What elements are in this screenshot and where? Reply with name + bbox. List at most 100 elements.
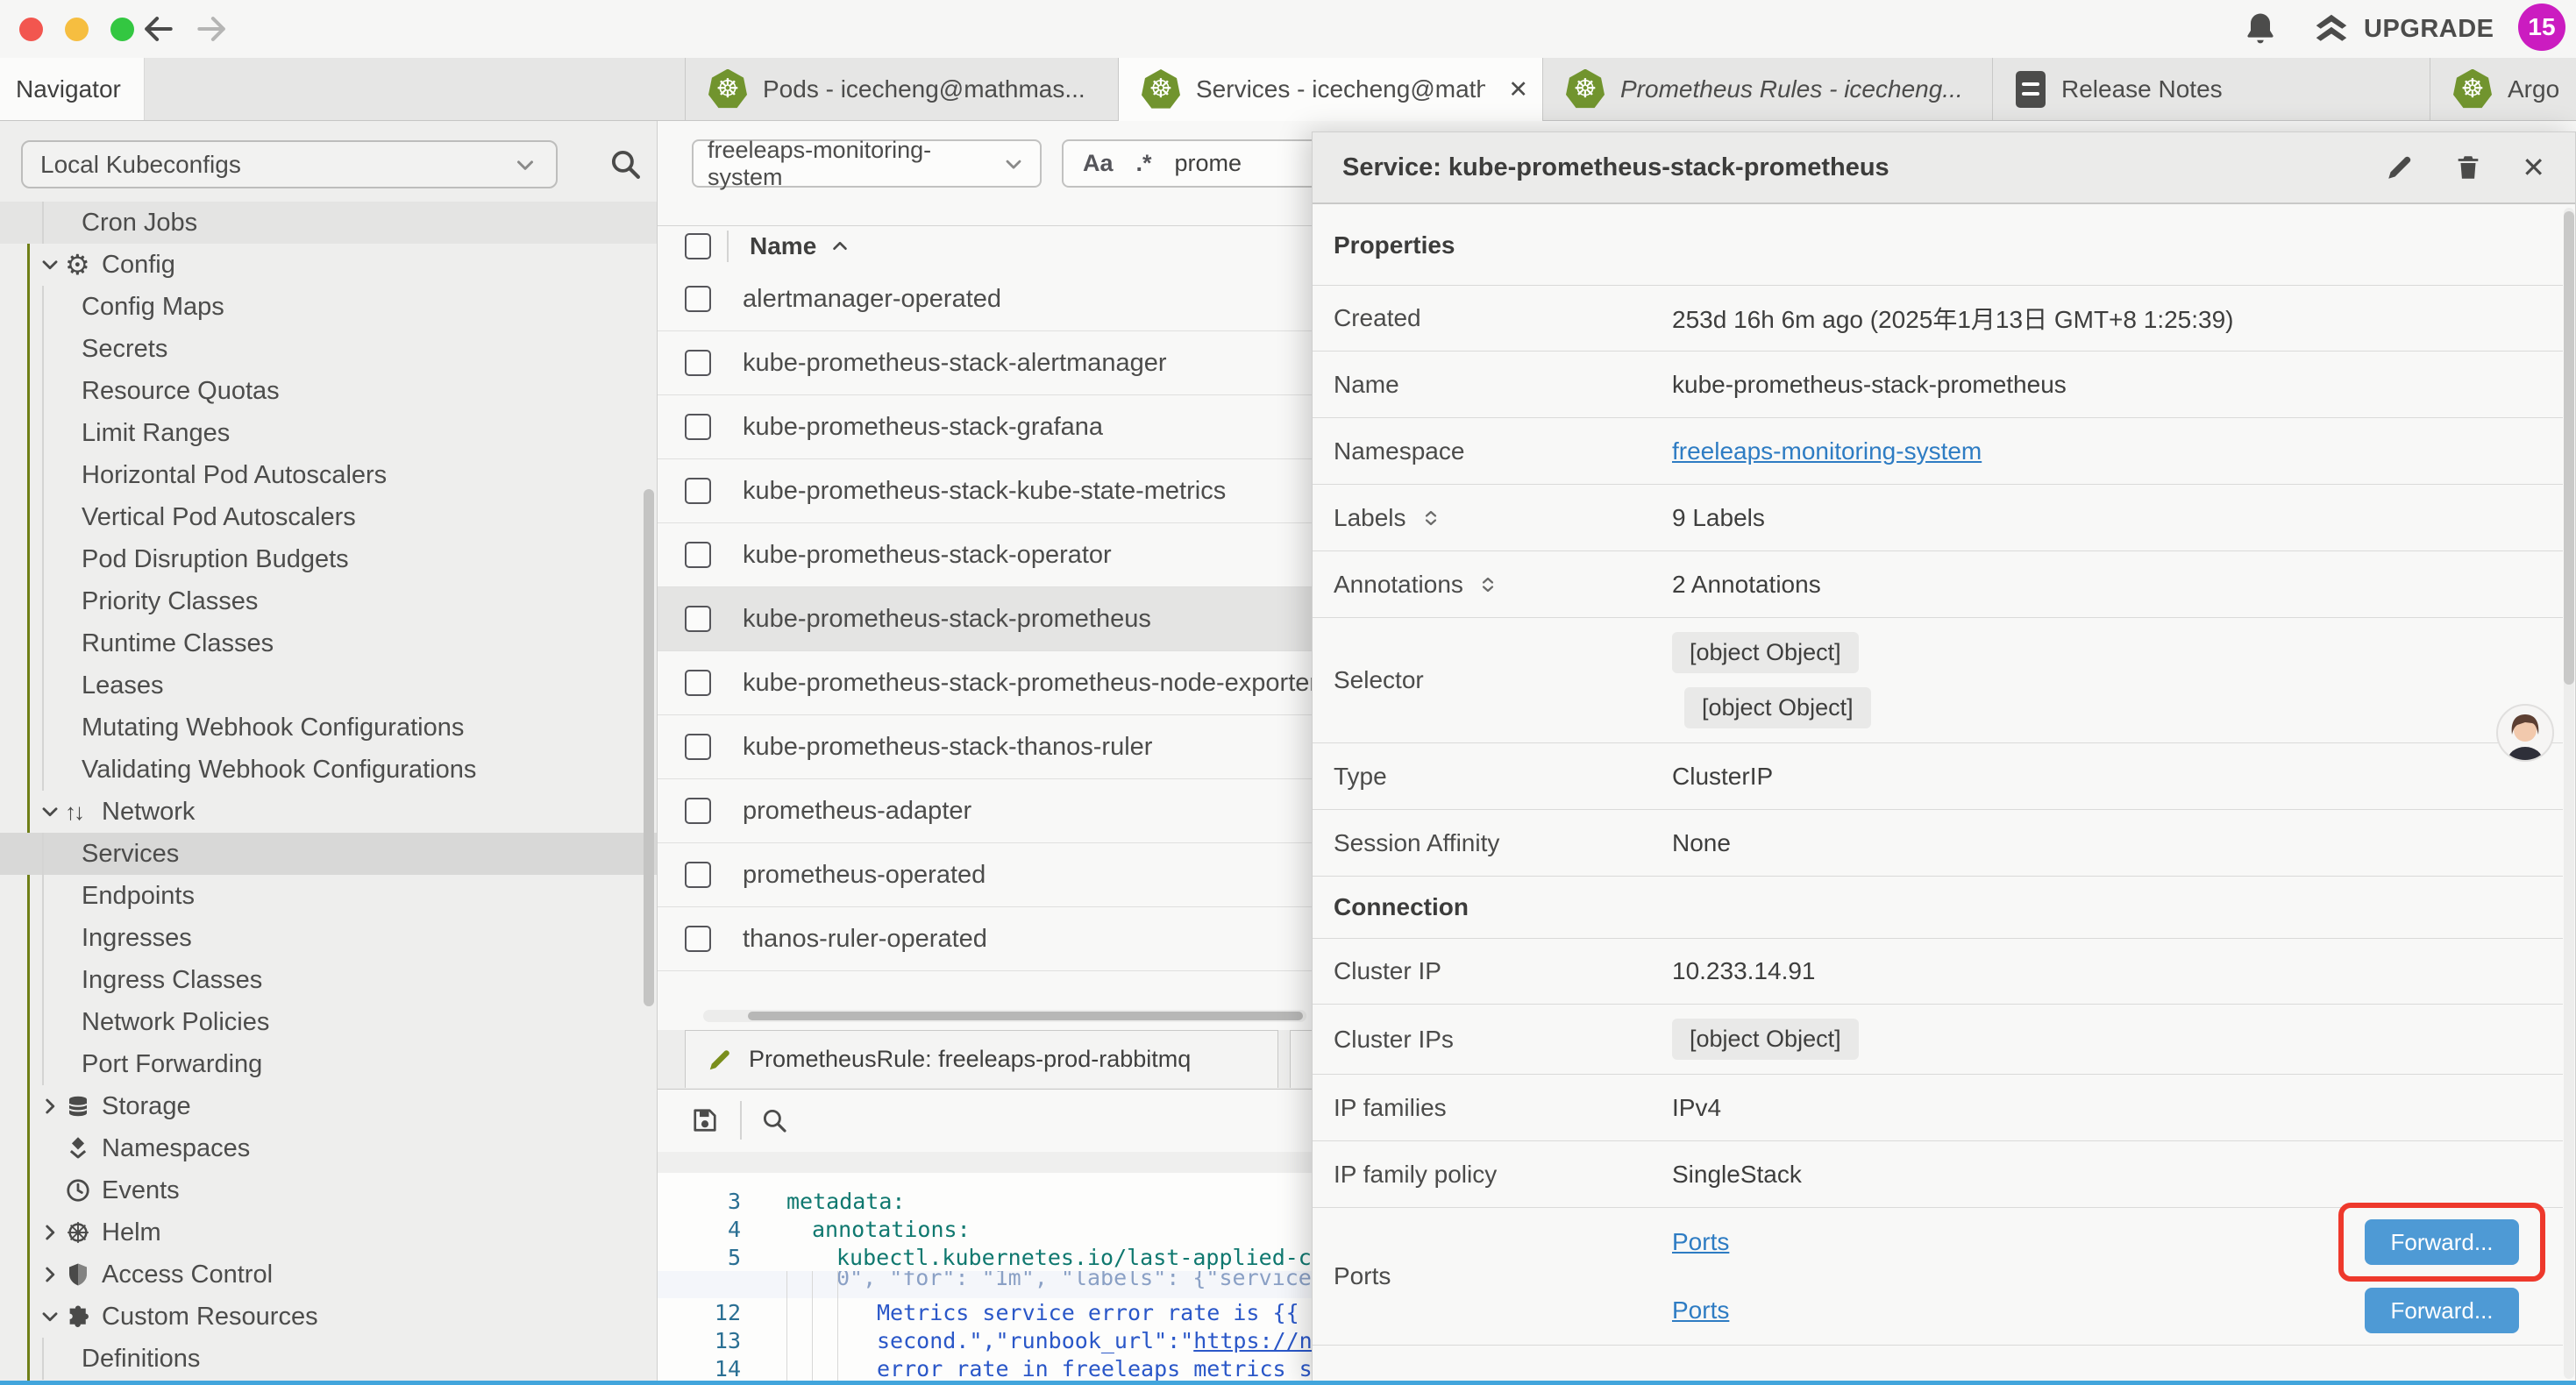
detail-row: Cluster IP 10.233.14.91 <box>1313 938 2563 1005</box>
notification-count-badge[interactable]: 15 <box>2518 4 2565 51</box>
detail-header: Service: kube-prometheus-stack-prometheu… <box>1313 132 2575 204</box>
sidebar-tree-item[interactable]: Ingress Classes <box>0 959 657 1001</box>
edit-pencil-icon[interactable] <box>2385 153 2415 182</box>
kube-logo-icon: ☸ <box>1142 69 1180 110</box>
name-column-header[interactable]: Name <box>750 232 816 260</box>
row-checkbox[interactable] <box>685 542 711 568</box>
chevron-right-icon[interactable] <box>39 1221 61 1244</box>
sidebar-tree-item[interactable]: Storage <box>0 1085 657 1127</box>
kubeconfig-select[interactable]: Local Kubeconfigs <box>21 140 558 188</box>
sidebar-tree-item[interactable]: Priority Classes <box>0 580 657 622</box>
expand-toggle-icon[interactable] <box>1420 508 1441 529</box>
sidebar-tree-item[interactable]: Limit Ranges <box>0 412 657 454</box>
chevron-down-icon[interactable] <box>39 253 61 276</box>
detail-scrollbar[interactable] <box>2564 208 2574 1379</box>
shield-icon <box>65 1261 91 1288</box>
user-avatar[interactable] <box>2495 703 2555 763</box>
zoom-window-button[interactable] <box>110 18 134 41</box>
sidebar-tree-item[interactable]: ⚙ Config <box>0 244 657 286</box>
sidebar-tree-item[interactable]: Namespaces <box>0 1127 657 1169</box>
sidebar-tree-item[interactable]: Endpoints <box>0 875 657 917</box>
delete-trash-icon[interactable] <box>2453 153 2483 182</box>
sidebar-tree-item[interactable]: Ingresses <box>0 917 657 959</box>
upgrade-button[interactable]: UPGRADE <box>2311 9 2494 49</box>
sidebar-tree-item[interactable]: Horizontal Pod Autoscalers <box>0 454 657 496</box>
sidebar-tree-item[interactable]: Port Forwarding <box>0 1043 657 1085</box>
value-link[interactable]: freeleaps-monitoring-system <box>1672 437 1982 465</box>
sidebar-tree-item[interactable]: Helm <box>0 1211 657 1254</box>
notifications-bell-icon[interactable] <box>2241 9 2280 47</box>
sidebar-tree-item[interactable]: Mutating Webhook Configurations <box>0 707 657 749</box>
property-label: Cluster IP <box>1334 957 1441 985</box>
row-checkbox[interactable] <box>685 926 711 952</box>
property-value: 10.233.14.91 <box>1672 957 1816 985</box>
select-all-checkbox[interactable] <box>685 233 711 259</box>
app-tab[interactable]: Release Notes <box>1993 58 2430 120</box>
property-value: None <box>1672 829 1731 857</box>
port-row: Ports Forward... <box>1672 1276 2563 1345</box>
sidebar-tree-item[interactable]: Pod Disruption Budgets <box>0 538 657 580</box>
row-checkbox[interactable] <box>685 606 711 632</box>
row-checkbox[interactable] <box>685 478 711 504</box>
chevron-down-icon[interactable] <box>39 1305 61 1328</box>
row-checkbox[interactable] <box>685 350 711 376</box>
forward-button[interactable]: Forward... <box>2365 1219 2519 1265</box>
sidebar-tree-item[interactable]: Config Maps <box>0 286 657 328</box>
port-link[interactable]: Ports <box>1672 1228 1729 1256</box>
navigator-tab[interactable]: Navigator <box>0 58 145 120</box>
minimize-window-button[interactable] <box>65 18 89 41</box>
sidebar-tree-item[interactable]: Events <box>0 1169 657 1211</box>
save-icon[interactable] <box>689 1104 721 1136</box>
chevron-right-icon[interactable] <box>39 1095 61 1118</box>
property-value: ClusterIP <box>1672 763 1773 791</box>
app-tab[interactable]: ☸ Prometheus Rules - icecheng... <box>1543 58 1993 120</box>
row-checkbox[interactable] <box>685 734 711 760</box>
helm-wheel-icon <box>65 1219 91 1246</box>
sidebar-tree-item[interactable]: Cron Jobs <box>0 202 657 244</box>
row-checkbox[interactable] <box>685 286 711 312</box>
app-tab[interactable]: ☸ Services - icecheng@math... ✕ <box>1119 58 1543 121</box>
sidebar-tree-item[interactable]: Leases <box>0 664 657 707</box>
value-chip: [object Object] <box>1684 687 1871 728</box>
horizontal-scrollbar[interactable] <box>703 1010 1306 1022</box>
sidebar-tree-item[interactable]: Network Policies <box>0 1001 657 1043</box>
port-link[interactable]: Ports <box>1672 1296 1729 1325</box>
traffic-lights <box>19 18 134 41</box>
sidebar-tree-item[interactable]: ↑↓ Network <box>0 791 657 833</box>
sidebar-scrollbar[interactable] <box>644 489 654 1006</box>
close-window-button[interactable] <box>19 18 43 41</box>
row-checkbox[interactable] <box>685 414 711 440</box>
close-icon[interactable]: ✕ <box>2522 153 2545 181</box>
sort-ascending-icon[interactable] <box>829 235 851 258</box>
sidebar-tree-item[interactable]: Definitions <box>0 1338 657 1380</box>
chevron-right-icon[interactable] <box>39 1263 61 1286</box>
chevron-down-icon[interactable] <box>39 800 61 823</box>
expand-toggle-icon[interactable] <box>1477 574 1498 595</box>
row-checkbox[interactable] <box>685 670 711 696</box>
sidebar-tree-item[interactable]: Services <box>0 833 657 875</box>
chevron-down-icon <box>1001 152 1026 176</box>
sidebar-tree-item[interactable]: Vertical Pod Autoscalers <box>0 496 657 538</box>
close-tab-icon[interactable]: ✕ <box>1508 76 1528 103</box>
sidebar-tree-item[interactable]: Validating Webhook Configurations <box>0 749 657 791</box>
regex-toggle[interactable]: .* <box>1136 150 1152 177</box>
namespace-select[interactable]: freeleaps-monitoring-system <box>692 139 1042 188</box>
search-icon[interactable] <box>759 1105 789 1135</box>
back-icon[interactable] <box>139 10 177 48</box>
search-icon[interactable] <box>607 146 644 182</box>
resource-detail-panel: Service: kube-prometheus-stack-prometheu… <box>1312 131 2576 1385</box>
sidebar-tree-item[interactable]: Runtime Classes <box>0 622 657 664</box>
row-checkbox[interactable] <box>685 862 711 888</box>
match-case-toggle[interactable]: Aa <box>1083 150 1114 177</box>
sidebar-tree-item[interactable]: Custom Resources <box>0 1296 657 1338</box>
editor-pane-tab[interactable]: PrometheusRule: freeleaps-prod-rabbitmq <box>685 1030 1278 1088</box>
sidebar-tree-item[interactable]: Access Control <box>0 1254 657 1296</box>
app-tab[interactable]: ☸ Pods - icecheng@mathmas... <box>685 58 1119 120</box>
forward-icon[interactable] <box>193 10 231 48</box>
forward-button[interactable]: Forward... <box>2365 1288 2519 1333</box>
row-checkbox[interactable] <box>685 798 711 824</box>
sidebar-tree-item[interactable]: Secrets <box>0 328 657 370</box>
detail-body: Properties Created 253d 16h 6m ago (2025… <box>1313 206 2563 1384</box>
app-tab[interactable]: ☸ Argo Se <box>2430 58 2576 120</box>
sidebar-tree-item[interactable]: Resource Quotas <box>0 370 657 412</box>
